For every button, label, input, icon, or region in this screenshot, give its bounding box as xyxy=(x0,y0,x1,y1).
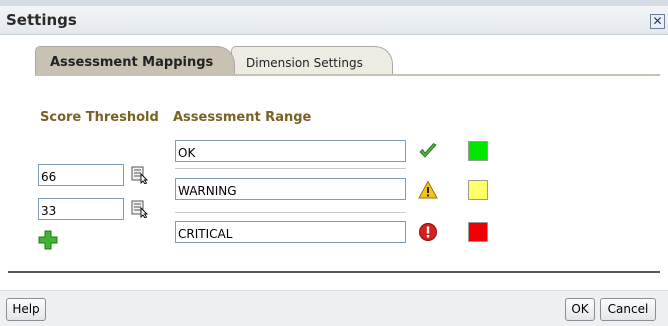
score-threshold-heading: Score Threshold xyxy=(40,110,159,125)
threshold-input-lower[interactable] xyxy=(38,198,124,220)
cancel-button[interactable]: Cancel xyxy=(600,298,656,321)
range-input-warning[interactable] xyxy=(175,178,406,200)
content-divider xyxy=(8,271,660,273)
tab-assessment-mappings[interactable]: Assessment Mappings xyxy=(35,46,235,74)
close-button[interactable]: ✕ xyxy=(650,14,665,29)
threshold-picker-icon[interactable] xyxy=(131,200,149,218)
warning-color-swatch[interactable] xyxy=(468,180,488,200)
checkmark-icon xyxy=(419,142,437,158)
range-separator xyxy=(175,212,406,213)
ok-button[interactable]: OK xyxy=(565,298,595,321)
range-separator xyxy=(175,168,406,169)
critical-color-swatch[interactable] xyxy=(468,222,488,242)
tab-dimension-settings[interactable]: Dimension Settings xyxy=(231,46,393,74)
warning-icon xyxy=(418,180,438,199)
dialog-title: Settings xyxy=(6,11,77,29)
help-button[interactable]: Help xyxy=(6,298,46,321)
dialog-titlebar: Settings ✕ xyxy=(0,6,668,35)
dialog-footer: Help OK Cancel xyxy=(0,290,668,326)
add-threshold-icon[interactable] xyxy=(38,230,58,250)
range-input-critical[interactable] xyxy=(175,221,406,243)
range-input-ok[interactable] xyxy=(175,140,406,162)
assessment-range-heading: Assessment Range xyxy=(173,110,312,125)
threshold-picker-icon[interactable] xyxy=(131,166,149,184)
critical-icon xyxy=(419,223,437,241)
tab-strip: Assessment Mappings Dimension Settings xyxy=(35,46,660,76)
tab-underline xyxy=(35,74,660,76)
ok-color-swatch[interactable] xyxy=(468,141,488,161)
threshold-input-upper[interactable] xyxy=(38,164,124,186)
